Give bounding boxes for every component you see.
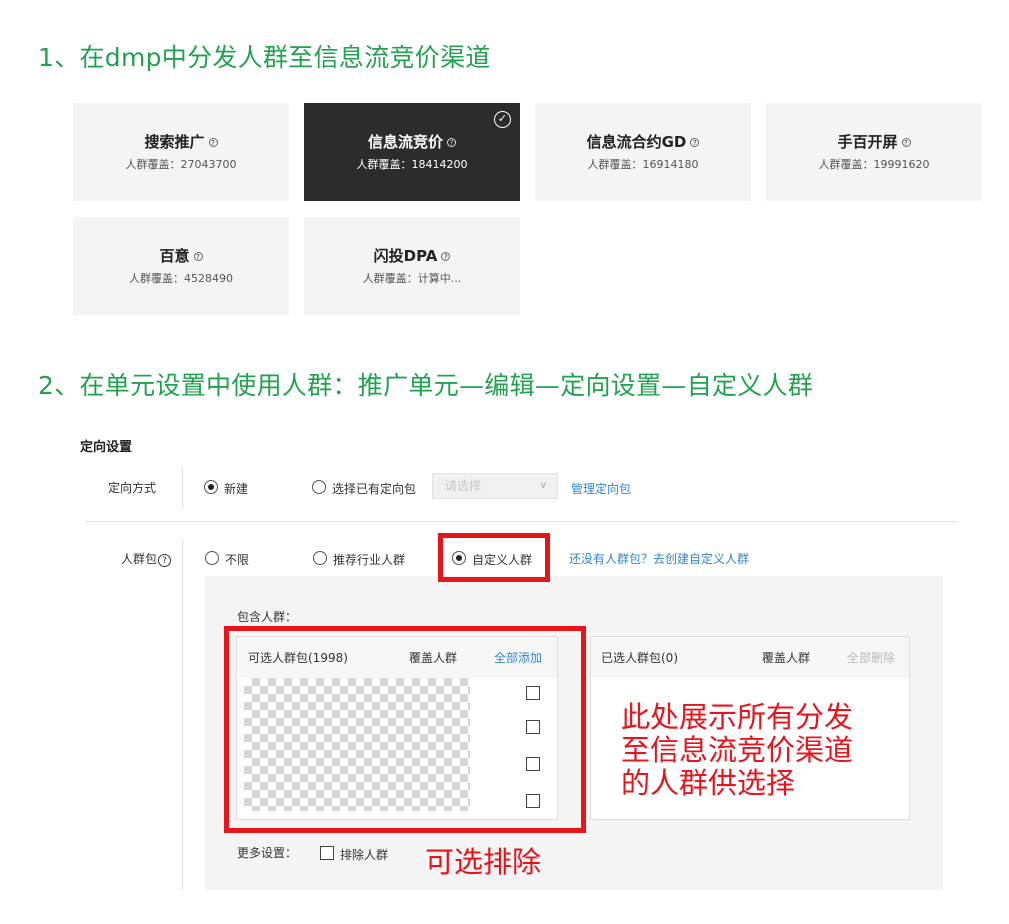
manage-package-link[interactable]: 管理定向包 bbox=[571, 480, 631, 497]
highlight-available-list bbox=[224, 626, 586, 833]
step2-title: 2、在单元设置中使用人群：推广单元—编辑—定向设置—自定义人群 bbox=[38, 371, 814, 400]
help-icon[interactable]: ? bbox=[690, 138, 700, 147]
divider bbox=[182, 466, 183, 508]
exclude-checkbox[interactable] bbox=[320, 846, 334, 860]
radio-new-label[interactable]: 新建 bbox=[224, 480, 248, 497]
channel-card-splash[interactable]: 手百开屏? 人群覆盖：19991620 bbox=[766, 103, 982, 201]
radio-unlimited-label[interactable]: 不限 bbox=[225, 551, 249, 568]
method-label: 定向方式 bbox=[108, 481, 157, 495]
help-icon[interactable]: ? bbox=[441, 252, 451, 261]
channel-coverage: 人群覆盖：计算中... bbox=[362, 272, 462, 285]
step1-title: 1、在dmp中分发人群至信息流竞价渠道 bbox=[38, 43, 491, 72]
selected-header: 已选人群包(0) bbox=[601, 651, 678, 665]
check-circle-icon: ✓ bbox=[494, 111, 511, 128]
channel-name: 闪投DPA bbox=[373, 247, 438, 265]
create-audience-link[interactable]: 还没有人群包？去创建自定义人群 bbox=[569, 550, 749, 567]
help-icon[interactable]: ? bbox=[901, 138, 911, 147]
audience-label: 人群包? bbox=[121, 550, 172, 567]
channel-name: 手百开屏 bbox=[837, 133, 898, 151]
channel-coverage: 人群覆盖：19991620 bbox=[818, 158, 930, 171]
radio-existing-label[interactable]: 选择已有定向包 bbox=[332, 480, 416, 497]
channel-coverage: 人群覆盖：4528490 bbox=[129, 272, 233, 285]
radio-new[interactable] bbox=[204, 480, 218, 494]
radio-existing[interactable] bbox=[312, 480, 326, 494]
radio-industry-label[interactable]: 推荐行业人群 bbox=[333, 551, 405, 568]
channel-card-search[interactable]: 搜索推广? 人群覆盖：27043700 bbox=[73, 103, 289, 201]
annotation-exclude-note: 可选排除 bbox=[425, 845, 542, 879]
help-icon[interactable]: ? bbox=[208, 138, 218, 147]
channel-card-baiyi[interactable]: 百意? 人群覆盖：4528490 bbox=[73, 217, 289, 315]
selected-coverage-header: 覆盖人群 bbox=[762, 651, 811, 665]
exclude-label[interactable]: 排除人群 bbox=[340, 846, 388, 863]
delete-all-button[interactable]: 全部删除 bbox=[847, 649, 895, 666]
help-icon[interactable]: ? bbox=[447, 138, 456, 147]
channel-name: 百意 bbox=[159, 247, 190, 265]
highlight-custom-audience bbox=[438, 533, 550, 582]
targeting-section-title: 定向设置 bbox=[80, 440, 133, 455]
include-label: 包含人群： bbox=[237, 610, 298, 624]
channel-coverage: 人群覆盖：27043700 bbox=[125, 158, 237, 171]
channel-card-feed-bidding[interactable]: ✓ 信息流竞价? 人群覆盖：18414200 bbox=[304, 103, 520, 201]
chevron-down-icon: ∨ bbox=[539, 480, 547, 491]
row-divider bbox=[85, 521, 958, 522]
help-icon[interactable]: ? bbox=[193, 252, 203, 261]
more-settings-label: 更多设置： bbox=[237, 846, 298, 860]
channel-card-feed-gd[interactable]: 信息流合约GD? 人群覆盖：16914180 bbox=[535, 103, 751, 201]
divider bbox=[182, 540, 183, 890]
channel-name: 搜索推广 bbox=[144, 133, 205, 151]
radio-industry[interactable] bbox=[313, 551, 327, 565]
channel-name: 信息流合约GD bbox=[586, 133, 687, 151]
package-select[interactable]: 请选择 ∨ bbox=[432, 473, 558, 499]
select-placeholder: 请选择 bbox=[445, 479, 482, 493]
annotation-note: 此处展示所有分发 至信息流竞价渠道 的人群供选择 bbox=[621, 700, 854, 800]
help-icon[interactable]: ? bbox=[158, 554, 172, 567]
channel-card-dpa[interactable]: 闪投DPA? 人群覆盖：计算中... bbox=[304, 217, 520, 315]
channel-coverage: 人群覆盖：16914180 bbox=[587, 158, 699, 171]
channel-coverage: 人群覆盖：18414200 bbox=[356, 158, 468, 171]
radio-unlimited[interactable] bbox=[205, 551, 219, 565]
channel-name: 信息流竞价 bbox=[367, 133, 443, 151]
